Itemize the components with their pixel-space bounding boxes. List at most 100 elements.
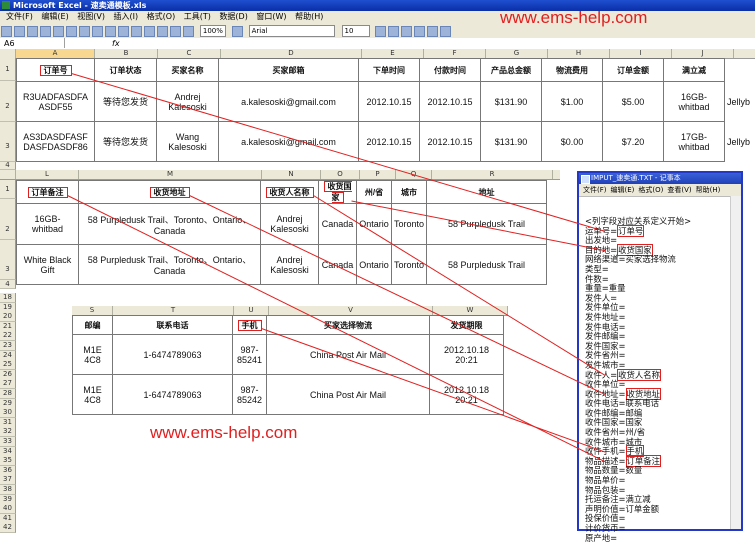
cell[interactable]: Andrej Kalesoski bbox=[260, 203, 319, 245]
bold-icon[interactable] bbox=[375, 26, 387, 37]
header-cell[interactable]: 州/省 bbox=[356, 180, 392, 204]
menu-data[interactable]: 数据(D) bbox=[219, 11, 247, 23]
cell[interactable]: Ontario bbox=[356, 203, 392, 245]
menu-insert[interactable]: 插入(I) bbox=[114, 11, 139, 23]
cut-icon[interactable] bbox=[79, 26, 90, 37]
cell[interactable]: 2012.10.15 bbox=[358, 121, 420, 162]
header-cell[interactable]: 订单金额 bbox=[602, 58, 664, 82]
align-left-icon[interactable] bbox=[414, 26, 426, 37]
cell[interactable]: $7.20 bbox=[602, 121, 664, 162]
row-header[interactable]: 42 bbox=[0, 523, 16, 534]
cell[interactable]: $1.00 bbox=[541, 81, 603, 122]
cell[interactable]: $5.00 bbox=[602, 81, 664, 122]
column-header[interactable]: S bbox=[72, 306, 113, 315]
menu-view[interactable]: 视图(V) bbox=[77, 11, 105, 23]
header-cell[interactable]: 买家邮箱 bbox=[218, 58, 359, 82]
cell[interactable]: 16GB-whitbad bbox=[16, 203, 79, 245]
header-cell[interactable]: 订单号 bbox=[16, 58, 95, 82]
column-header[interactable]: L bbox=[16, 170, 79, 179]
np-menu-help[interactable]: 帮助(H) bbox=[696, 186, 721, 194]
row-header[interactable]: 26 bbox=[0, 369, 16, 380]
notepad-scrollbar[interactable] bbox=[730, 196, 741, 529]
name-box[interactable]: A6 bbox=[0, 38, 65, 48]
copy-icon[interactable] bbox=[92, 26, 103, 37]
np-menu-file[interactable]: 文件(F) bbox=[583, 186, 607, 194]
cell[interactable]: 等待您发货 bbox=[94, 121, 157, 162]
cell[interactable]: Andrej Kalesoski bbox=[260, 244, 319, 285]
column-header[interactable]: O bbox=[321, 170, 360, 179]
header-cell[interactable]: 订单备注 bbox=[16, 180, 79, 204]
cell[interactable]: a.kalesoski@gmail.com bbox=[218, 121, 359, 162]
row-header[interactable]: 1 bbox=[0, 58, 16, 81]
underline-icon[interactable] bbox=[401, 26, 413, 37]
row-header[interactable]: 33 bbox=[0, 437, 16, 447]
cell[interactable]: 987- 85242 bbox=[232, 374, 267, 415]
header-cell[interactable]: 邮编 bbox=[72, 315, 113, 335]
cell[interactable]: 2012.10.15 bbox=[419, 121, 481, 162]
menu-format[interactable]: 格式(O) bbox=[147, 11, 176, 23]
sort-icon[interactable] bbox=[170, 26, 181, 37]
cell[interactable]: 2012.10.18 20:21 bbox=[429, 334, 504, 375]
row-header[interactable]: 25 bbox=[0, 360, 16, 371]
italic-icon[interactable] bbox=[388, 26, 400, 37]
row-header[interactable]: 24 bbox=[0, 350, 16, 361]
help-icon[interactable] bbox=[231, 26, 243, 37]
cell[interactable]: 2012.10.18 20:21 bbox=[429, 374, 504, 415]
column-header[interactable]: P bbox=[360, 170, 396, 179]
row-header[interactable]: 4 bbox=[0, 162, 16, 170]
row-header[interactable]: 3 bbox=[0, 122, 16, 162]
paste-icon[interactable] bbox=[105, 26, 116, 37]
header-cell[interactable]: 产品总金额 bbox=[480, 58, 542, 82]
cell[interactable]: China Post Air Mail bbox=[266, 334, 430, 375]
cell[interactable]: 58 Purpledusk Trail、Toronto、Ontario、 Can… bbox=[78, 203, 261, 245]
column-header[interactable]: J bbox=[672, 49, 734, 58]
row-header[interactable]: 41 bbox=[0, 513, 16, 524]
hyperlink-icon[interactable] bbox=[144, 26, 155, 37]
cell[interactable]: 58 Purpledusk Trail、Toronto、Ontario、 Can… bbox=[78, 244, 261, 285]
row-header[interactable]: 22 bbox=[0, 331, 16, 342]
cell[interactable]: 等待您发货 bbox=[94, 81, 157, 122]
column-header[interactable]: G bbox=[486, 49, 548, 58]
sum-icon[interactable] bbox=[157, 26, 168, 37]
column-header[interactable]: D bbox=[221, 49, 362, 58]
row-header[interactable]: 20 bbox=[0, 312, 16, 323]
new-icon[interactable] bbox=[1, 26, 12, 37]
header-cell[interactable]: 收货地址 bbox=[78, 180, 261, 204]
cell[interactable]: Toronto bbox=[390, 203, 428, 245]
cell[interactable]: M1E 4C8 bbox=[72, 334, 113, 375]
row-header[interactable]: 28 bbox=[0, 389, 16, 399]
row-header[interactable]: 18 bbox=[0, 293, 16, 303]
cell[interactable]: Toronto bbox=[390, 244, 428, 285]
np-menu-view[interactable]: 查看(V) bbox=[667, 186, 691, 194]
cell[interactable]: 2012.10.15 bbox=[419, 81, 481, 122]
header-cell[interactable]: 联系电话 bbox=[112, 315, 233, 335]
header-cell[interactable]: 物流费用 bbox=[541, 58, 603, 82]
cell[interactable]: Canada bbox=[318, 203, 357, 245]
row-header[interactable]: 4 bbox=[0, 280, 16, 289]
header-cell[interactable]: 收货国家 bbox=[318, 180, 357, 204]
row-header[interactable]: 40 bbox=[0, 504, 16, 515]
cell[interactable]: 987- 85241 bbox=[232, 334, 267, 375]
column-header[interactable]: R bbox=[432, 170, 553, 179]
column-header[interactable]: A bbox=[16, 49, 95, 58]
cell[interactable]: Jellyb bbox=[725, 122, 753, 162]
column-header[interactable]: V bbox=[269, 306, 433, 315]
undo-icon[interactable] bbox=[118, 26, 129, 37]
cell[interactable]: Wang Kalesoski bbox=[156, 121, 219, 162]
cell[interactable]: 58 Purpledusk Trail bbox=[426, 244, 548, 285]
header-cell[interactable]: 城市 bbox=[390, 180, 428, 204]
row-header[interactable]: 36 bbox=[0, 465, 16, 476]
cell[interactable]: Jellyb bbox=[725, 82, 753, 122]
row-header[interactable]: 38 bbox=[0, 485, 16, 495]
select-all-corner[interactable] bbox=[0, 170, 16, 179]
cell[interactable]: 58 Purpledusk Trail bbox=[426, 203, 548, 245]
header-cell[interactable]: 订单状态 bbox=[94, 58, 157, 82]
menu-tools[interactable]: 工具(T) bbox=[184, 11, 211, 23]
column-header[interactable]: N bbox=[262, 170, 321, 179]
cell[interactable]: a.kalesoski@gmail.com bbox=[218, 81, 359, 122]
row-header[interactable]: 19 bbox=[0, 302, 16, 313]
row-header[interactable]: 35 bbox=[0, 456, 16, 467]
row-header[interactable]: 32 bbox=[0, 427, 16, 438]
cell[interactable]: China Post Air Mail bbox=[266, 374, 430, 415]
redo-icon[interactable] bbox=[131, 26, 142, 37]
